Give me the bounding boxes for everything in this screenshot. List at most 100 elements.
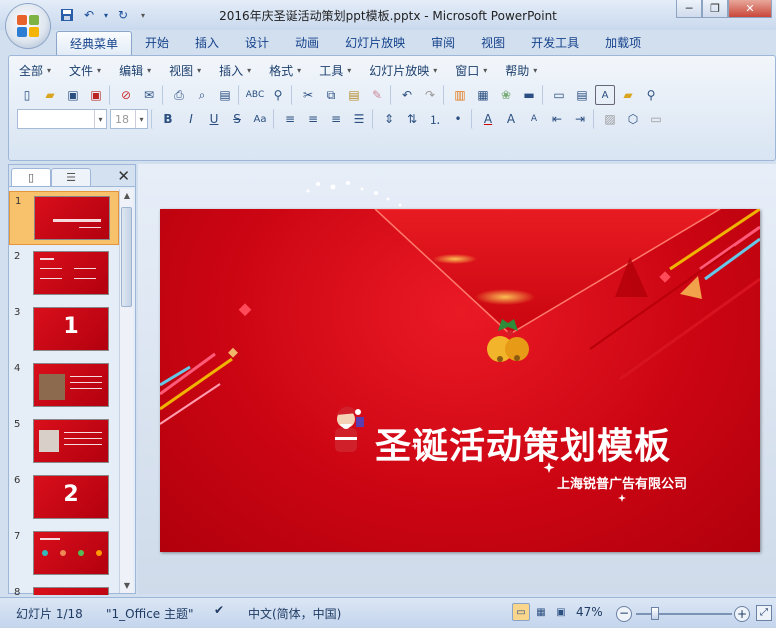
zoom-out-icon[interactable]: − [616, 606, 632, 622]
menu-format[interactable]: 格式 ▾ [269, 62, 301, 79]
slide-title[interactable]: 圣诞活动策划模板 [375, 417, 671, 469]
folder-icon[interactable]: ▰ [618, 85, 638, 105]
restore-button[interactable]: ❐ [702, 0, 728, 18]
slide-thumbnail[interactable]: 4 [9, 359, 119, 413]
layout-icon[interactable]: ▤ [572, 85, 592, 105]
increase-indent-icon[interactable]: ⇥ [570, 109, 590, 129]
slideshow-icon[interactable]: ▣ [552, 603, 570, 621]
paste-icon[interactable]: ▤ [344, 85, 364, 105]
chart-icon[interactable]: ▥ [450, 85, 470, 105]
menu-tools[interactable]: 工具 ▾ [319, 62, 351, 79]
strikethrough-icon[interactable]: S [227, 109, 247, 129]
align-center-icon[interactable]: ≡ [303, 109, 323, 129]
font-size-combo[interactable]: 18 ▾ [110, 109, 148, 129]
grow-font-icon[interactable]: A [501, 109, 521, 129]
slide-thumbnail[interactable]: 8 [9, 583, 119, 595]
spelling-icon[interactable]: ABC [245, 85, 265, 105]
office-button[interactable] [6, 4, 50, 48]
format-painter-icon[interactable]: ✎ [367, 85, 387, 105]
research-icon[interactable]: ▤ [215, 85, 235, 105]
new-icon[interactable]: ▯ [17, 85, 37, 105]
scroll-up-icon[interactable]: ▲ [120, 189, 134, 203]
slide-thumbnail[interactable]: 5 [9, 415, 119, 469]
slides-tab[interactable]: ▯ [11, 168, 51, 186]
shape-style-icon[interactable]: ▭ [646, 109, 666, 129]
save-as-icon[interactable]: ▣ [86, 85, 106, 105]
cut-icon[interactable]: ✂ [298, 85, 318, 105]
fill-color-icon[interactable]: ▬ [519, 85, 539, 105]
bold-icon[interactable]: B [158, 109, 178, 129]
justify-icon[interactable]: ☰ [349, 109, 369, 129]
tab-insert[interactable]: 插入 [182, 31, 232, 56]
menu-insert[interactable]: 插入 ▾ [219, 62, 251, 79]
slide-thumbnail[interactable]: 6 2 [9, 471, 119, 525]
clipart-icon[interactable]: ❀ [496, 85, 516, 105]
redo-icon[interactable]: ↷ [420, 85, 440, 105]
translate-icon[interactable]: ⚲ [268, 85, 288, 105]
zoom-icon[interactable]: ⚲ [641, 85, 661, 105]
scroll-down-icon[interactable]: ▼ [120, 579, 134, 593]
fit-to-window-icon[interactable]: ⤢ [756, 605, 772, 621]
slide-subtitle[interactable]: 上海锐普广告有限公司 [557, 473, 687, 492]
slide-thumbnail[interactable]: 7 [9, 527, 119, 581]
tab-animation[interactable]: 动画 [282, 31, 332, 56]
slide-thumbnail[interactable]: 3 1 [9, 303, 119, 357]
font-color-icon[interactable]: A [478, 109, 498, 129]
email-icon[interactable]: ✉ [139, 85, 159, 105]
tab-review[interactable]: 审阅 [418, 31, 468, 56]
new-slide-icon[interactable]: ▭ [549, 85, 569, 105]
open-icon[interactable]: ▰ [40, 85, 60, 105]
pane-close-icon[interactable]: ✕ [117, 167, 130, 185]
normal-view-icon[interactable]: ▭ [512, 603, 530, 621]
menu-view[interactable]: 视图 ▾ [169, 62, 201, 79]
save-icon[interactable]: ▣ [63, 85, 83, 105]
spelling-check-icon[interactable]: ✔ [214, 603, 224, 617]
scroll-thumb[interactable] [121, 207, 132, 307]
copy-icon[interactable]: ⧉ [321, 85, 341, 105]
tab-design[interactable]: 设计 [232, 31, 282, 56]
tab-developer[interactable]: 开发工具 [518, 31, 592, 56]
shrink-font-icon[interactable]: A [524, 109, 544, 129]
line-spacing-icon[interactable]: ⇕ [379, 109, 399, 129]
tab-addins[interactable]: 加载项 [592, 31, 654, 56]
menu-window[interactable]: 窗口 ▾ [455, 62, 487, 79]
shapes-icon[interactable]: ⬡ [623, 109, 643, 129]
zoom-in-icon[interactable]: + [734, 606, 750, 622]
menu-edit[interactable]: 编辑 ▾ [119, 62, 151, 79]
underline-icon[interactable]: U [204, 109, 224, 129]
font-family-combo[interactable]: ▾ [17, 109, 107, 129]
outline-tab[interactable]: ☰ [51, 168, 91, 186]
slide-sorter-icon[interactable]: ▦ [532, 603, 550, 621]
slides-scrollbar[interactable]: ▲ ▼ [119, 189, 133, 593]
numbering-icon[interactable]: ⒈ [425, 109, 445, 129]
align-left-icon[interactable]: ≡ [280, 109, 300, 129]
minimize-button[interactable]: ─ [676, 0, 702, 18]
permission-icon[interactable]: ⊘ [116, 85, 136, 105]
italic-icon[interactable]: I [181, 109, 201, 129]
bullets-icon[interactable]: • [448, 109, 468, 129]
tab-home[interactable]: 开始 [132, 31, 182, 56]
align-right-icon[interactable]: ≡ [326, 109, 346, 129]
current-slide[interactable]: 圣诞活动策划模板 上海锐普广告有限公司 [160, 209, 760, 552]
text-direction-icon[interactable]: ⇅ [402, 109, 422, 129]
menu-slideshow[interactable]: 幻灯片放映 ▾ [369, 62, 437, 79]
print-preview-icon[interactable]: ⌕ [192, 85, 212, 105]
zoom-slider-thumb[interactable] [651, 607, 659, 620]
zoom-level[interactable]: 47% [576, 605, 603, 619]
menu-help[interactable]: 帮助 ▾ [505, 62, 537, 79]
close-button[interactable]: ✕ [728, 0, 772, 18]
menu-file[interactable]: 文件 ▾ [69, 62, 101, 79]
tab-view[interactable]: 视图 [468, 31, 518, 56]
print-icon[interactable]: ⎙ [169, 85, 189, 105]
table-icon[interactable]: ▦ [473, 85, 493, 105]
undo-icon[interactable]: ↶ [397, 85, 417, 105]
tab-slideshow[interactable]: 幻灯片放映 [332, 31, 418, 56]
decrease-indent-icon[interactable]: ⇤ [547, 109, 567, 129]
slide-thumbnail[interactable]: 1 [9, 191, 119, 245]
arrange-icon[interactable]: ▨ [600, 109, 620, 129]
slide-thumbnail[interactable]: 2 [9, 247, 119, 301]
change-case-icon[interactable]: Aa [250, 109, 270, 129]
textbox-icon[interactable]: A [595, 85, 615, 105]
tab-classic-menu[interactable]: 经典菜单 [56, 31, 133, 56]
menu-all[interactable]: 全部 ▾ [19, 62, 51, 79]
